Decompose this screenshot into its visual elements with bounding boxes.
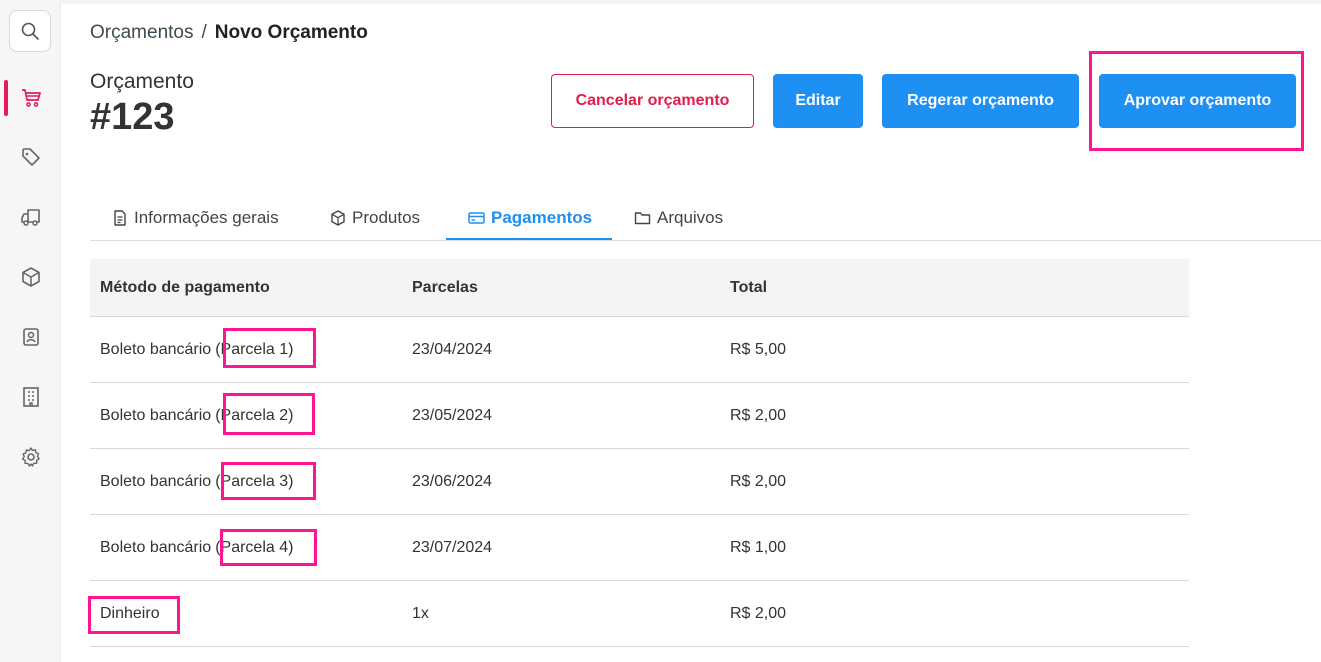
sidebar (0, 0, 61, 662)
box-icon (330, 210, 352, 226)
cancel-budget-button[interactable]: Cancelar orçamento (551, 74, 754, 128)
total-cell: R$ 2,00 (730, 472, 787, 490)
payment-method: Boleto bancário (100, 406, 212, 424)
payment-method: Boleto bancário (100, 340, 212, 358)
table-row[interactable]: Dinheiro 1x R$ 2,00 (90, 581, 1189, 647)
page-title-label: Orçamento (90, 70, 194, 93)
payment-method: Boleto bancário (100, 538, 212, 556)
total-cell: R$ 2,00 (730, 406, 787, 424)
card-icon (468, 210, 491, 226)
cart-icon (20, 87, 42, 109)
tab-products[interactable]: Produtos (330, 196, 420, 240)
sidebar-item-products[interactable] (12, 258, 50, 296)
truck-icon (20, 206, 42, 228)
sidebar-item-delivery[interactable] (12, 198, 50, 236)
tab-label: Arquivos (657, 208, 724, 227)
breadcrumb: Orçamentos / Novo Orçamento (90, 22, 368, 44)
breadcrumb-current: Novo Orçamento (214, 22, 368, 43)
box-icon (20, 266, 42, 288)
installments-cell: 1x (412, 604, 429, 622)
search-button[interactable] (9, 10, 51, 52)
highlight-box (221, 462, 316, 500)
sidebar-item-contacts[interactable] (12, 318, 50, 356)
total-cell: R$ 5,00 (730, 340, 787, 358)
column-header-installments: Parcelas (412, 278, 478, 296)
total-cell: R$ 2,00 (730, 604, 787, 622)
payment-method: Boleto bancário (100, 472, 212, 490)
folder-icon (634, 210, 657, 226)
highlight-box (223, 328, 316, 368)
installments-cell: 23/06/2024 (412, 472, 493, 490)
breadcrumb-separator: / (201, 22, 207, 43)
installments-cell: 23/05/2024 (412, 406, 493, 424)
tag-icon (20, 146, 42, 168)
regenerate-budget-button[interactable]: Regerar orçamento (882, 74, 1079, 128)
search-icon (20, 21, 40, 41)
document-icon (112, 210, 134, 226)
tab-payments[interactable]: Pagamentos (468, 196, 592, 240)
top-border (60, 0, 1321, 4)
edit-button[interactable]: Editar (773, 74, 863, 128)
installments-cell: 23/04/2024 (412, 340, 493, 358)
column-header-method: Método de pagamento (100, 278, 270, 296)
contact-icon (20, 326, 42, 348)
sidebar-item-tags[interactable] (12, 138, 50, 176)
highlight-box (220, 529, 317, 566)
tab-label: Informações gerais (134, 208, 279, 227)
total-cell: R$ 1,00 (730, 538, 787, 556)
column-header-total: Total (730, 278, 768, 296)
table-header: Método de pagamento Parcelas Total (90, 259, 1189, 317)
payments-table: Método de pagamento Parcelas Total Bolet… (90, 259, 1189, 647)
highlight-box (88, 596, 180, 634)
tab-bar: Informações gerais Produtos Pagamentos A… (90, 196, 1321, 241)
breadcrumb-parent-link[interactable]: Orçamentos (90, 22, 193, 43)
sidebar-item-settings[interactable] (12, 438, 50, 476)
highlight-box (1089, 51, 1304, 151)
installments-cell: 23/07/2024 (412, 538, 493, 556)
building-icon (20, 386, 42, 408)
highlight-box (223, 393, 315, 435)
gear-icon (20, 446, 42, 468)
active-nav-indicator (4, 80, 8, 116)
tab-label: Produtos (352, 208, 421, 227)
tab-general-info[interactable]: Informações gerais (112, 196, 279, 240)
active-tab-indicator (446, 238, 612, 240)
budget-number: #123 (90, 96, 175, 138)
tab-files[interactable]: Arquivos (634, 196, 723, 240)
tab-label: Pagamentos (491, 208, 593, 227)
sidebar-item-sales[interactable] (12, 79, 50, 117)
sidebar-item-companies[interactable] (12, 378, 50, 416)
